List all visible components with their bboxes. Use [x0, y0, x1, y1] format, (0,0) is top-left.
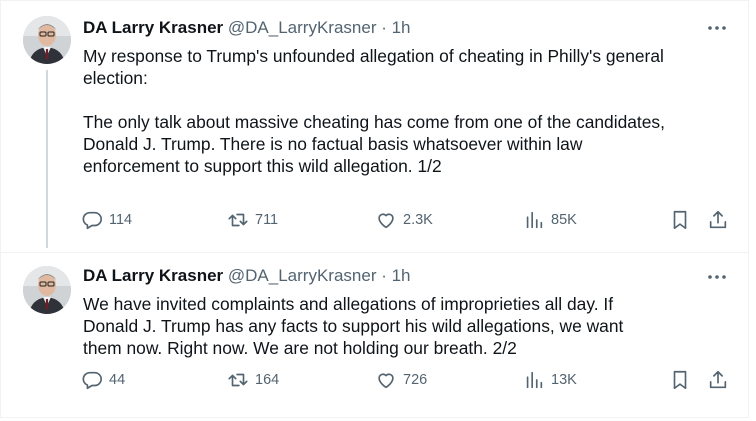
- views-icon: [526, 211, 543, 229]
- avatar[interactable]: [23, 16, 71, 64]
- bookmark-button[interactable]: [669, 209, 691, 231]
- author-handle[interactable]: @DA_LarryKrasner: [228, 18, 377, 37]
- author-handle[interactable]: @DA_LarryKrasner: [228, 266, 377, 285]
- views-icon: [526, 371, 543, 389]
- reply-icon: [82, 211, 102, 230]
- tweet-actions: 114 711 2.3K 85K: [81, 209, 728, 231]
- retweet-icon: [228, 213, 248, 227]
- tweet-actions: 44 164 726 13K: [81, 369, 728, 391]
- tweet-header: DA Larry Krasner @DA_LarryKrasner · 1h: [83, 265, 688, 287]
- like-button[interactable]: 726: [375, 369, 427, 391]
- avatar-image: [23, 16, 71, 64]
- view-count: 13K: [551, 372, 577, 388]
- reply-button[interactable]: 44: [81, 369, 125, 391]
- heart-icon: [378, 213, 394, 229]
- dot-separator: ·: [376, 266, 392, 285]
- reply-icon: [82, 371, 102, 390]
- tweet-header: DA Larry Krasner @DA_LarryKrasner · 1h: [83, 17, 688, 39]
- share-button[interactable]: [707, 209, 729, 231]
- bookmark-icon: [673, 210, 687, 230]
- retweet-count: 711: [255, 212, 279, 228]
- tweet-2[interactable]: DA Larry Krasner @DA_LarryKrasner · 1h W…: [1, 252, 748, 417]
- like-button[interactable]: 2.3K: [375, 209, 433, 231]
- author-name[interactable]: DA Larry Krasner: [83, 18, 223, 37]
- avatar[interactable]: [23, 266, 71, 314]
- heart-icon: [378, 373, 394, 389]
- more-options-button[interactable]: [706, 266, 728, 288]
- retweet-count: 164: [255, 372, 280, 388]
- like-count: 2.3K: [403, 212, 433, 228]
- retweet-icon: [228, 373, 248, 387]
- author-name[interactable]: DA Larry Krasner: [83, 266, 223, 285]
- share-icon: [709, 210, 727, 229]
- tweet-text: My response to Trump's unfounded allegat…: [83, 46, 665, 176]
- retweet-button[interactable]: 711: [227, 209, 278, 231]
- dot-separator: ·: [376, 18, 392, 37]
- more-icon: [708, 275, 726, 279]
- reply-button[interactable]: 114: [81, 209, 132, 231]
- share-icon: [709, 370, 727, 389]
- share-button[interactable]: [707, 369, 729, 391]
- reply-count: 44: [109, 372, 126, 388]
- thread-container: DA Larry Krasner @DA_LarryKrasner · 1h M…: [0, 0, 749, 418]
- tweet-timestamp[interactable]: 1h: [392, 266, 411, 285]
- more-icon: [708, 26, 726, 30]
- tweet-1[interactable]: DA Larry Krasner @DA_LarryKrasner · 1h M…: [1, 1, 748, 252]
- thread-connector-line: [46, 70, 48, 248]
- avatar-image: [23, 266, 71, 314]
- reply-count: 114: [109, 212, 133, 228]
- bookmark-icon: [673, 370, 687, 390]
- retweet-button[interactable]: 164: [227, 369, 279, 391]
- bookmark-button[interactable]: [669, 369, 691, 391]
- view-count: 85K: [551, 212, 577, 228]
- like-count: 726: [403, 372, 428, 388]
- tweet-text: We have invited complaints and allegatio…: [83, 294, 624, 358]
- views-button[interactable]: 85K: [523, 209, 577, 231]
- views-button[interactable]: 13K: [523, 369, 577, 391]
- more-options-button[interactable]: [706, 17, 728, 39]
- tweet-timestamp[interactable]: 1h: [392, 18, 411, 37]
